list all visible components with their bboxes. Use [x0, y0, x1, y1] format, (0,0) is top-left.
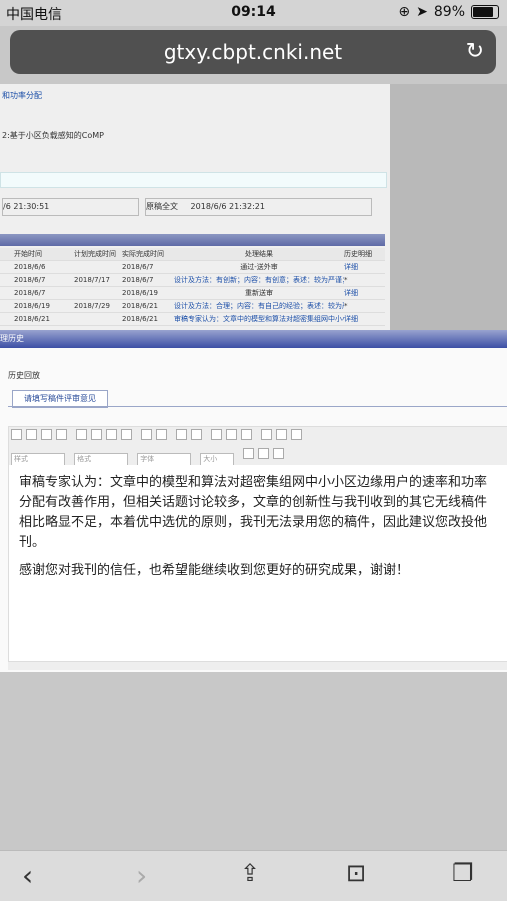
- bg-color-icon[interactable]: [258, 448, 270, 459]
- italic-icon[interactable]: [91, 429, 103, 440]
- process-table: 开始时间 计划完成时间 实际完成时间 处理结果 历史明细 2018/6/6 20…: [0, 248, 385, 326]
- tabs-icon[interactable]: ❐: [452, 859, 474, 887]
- template-icon[interactable]: [56, 429, 67, 440]
- history-header: 理历史: [0, 330, 507, 348]
- battery-icon: [471, 5, 499, 19]
- table-row: 2018/6/7 2018/6/19 重新送审 详细: [0, 287, 385, 300]
- review-paragraph-1: 审稿专家认为：文章中的模型和算法对超密集组网中小小区边缘用户的速率和功率分配有改…: [19, 475, 488, 550]
- editor-toolbar: 样式 格式 字体 大小: [8, 426, 507, 466]
- browser-toolbar: ‹ › ⇪ ⊡ ❐: [0, 850, 507, 901]
- bullet-list-icon[interactable]: [191, 429, 203, 440]
- indent-icon[interactable]: [226, 429, 238, 440]
- new-page-icon[interactable]: [26, 429, 37, 440]
- image-icon[interactable]: [273, 448, 285, 459]
- underline-icon[interactable]: [106, 429, 118, 440]
- outdent-icon[interactable]: [211, 429, 223, 440]
- numbered-list-icon[interactable]: [176, 429, 188, 440]
- share-icon[interactable]: ⇪: [240, 859, 260, 887]
- quote-icon[interactable]: [241, 429, 253, 440]
- battery-percent: 89%: [433, 4, 465, 20]
- back-icon[interactable]: ‹: [22, 859, 33, 892]
- review-editor[interactable]: 审稿专家认为：文章中的模型和算法对超密集组网中小小区边缘用户的速率和功率分配有改…: [8, 465, 507, 661]
- table-row: 2018/6/19 2018/7/29 2018/6/21 设计及方法：合理；内…: [0, 300, 385, 313]
- link-icon[interactable]: [261, 429, 273, 440]
- editor-resize-bar[interactable]: [8, 661, 507, 670]
- address-bar[interactable]: gtxy.cbpt.cnki.net ↻: [10, 30, 496, 74]
- table-row: 2018/6/21 2018/6/21 审稿专家认为：文章中的模型和算法对超密集…: [0, 313, 385, 326]
- section-title: 历史回放: [8, 371, 40, 380]
- page-background: [390, 84, 507, 330]
- status-bar: 中国电信 09:14 ⊕ ➤ 89%: [0, 0, 507, 26]
- strike-icon[interactable]: [121, 429, 133, 440]
- title-line-2: 2:基于小区负载感知的CoMP: [2, 131, 104, 140]
- text-color-icon[interactable]: [243, 448, 255, 459]
- header-bar: [0, 234, 385, 246]
- url-text: gtxy.cbpt.cnki.net: [163, 40, 343, 64]
- lock-icon: ⊕: [398, 4, 411, 20]
- review-paragraph-2: 感谢您对我刊的信任，也希望能继续收到您更好的研究成果，谢谢！: [19, 563, 410, 578]
- forward-icon[interactable]: ›: [136, 859, 147, 892]
- table-header: 开始时间 计划完成时间 实际完成时间 处理结果 历史明细: [0, 248, 385, 261]
- info-strip: [0, 172, 387, 188]
- tab-divider: [8, 406, 507, 407]
- title-line-1[interactable]: 和功率分配: [2, 90, 42, 101]
- table-row: 2018/6/6 2018/6/7 通过-送外审 详细: [0, 261, 385, 274]
- bookmarks-icon[interactable]: ⊡: [346, 859, 366, 887]
- submit-time: /6 21:30:51: [2, 198, 139, 216]
- preview-icon[interactable]: [41, 429, 52, 440]
- anchor-icon[interactable]: [291, 429, 303, 440]
- unlink-icon[interactable]: [276, 429, 288, 440]
- save-icon[interactable]: [11, 429, 22, 440]
- bold-icon[interactable]: [76, 429, 88, 440]
- original-time: 2018/6/6 21:32:21: [190, 202, 265, 211]
- location-icon: ➤: [416, 4, 428, 20]
- subscript-icon[interactable]: [141, 429, 153, 440]
- original-text-box[interactable]: 原稿全文 2018/6/6 21:32:21: [145, 198, 372, 216]
- original-text-label: 原稿全文: [146, 202, 178, 211]
- table-row: 2018/6/7 2018/7/17 2018/6/7 设计及方法：有创新；内容…: [0, 274, 385, 287]
- superscript-icon[interactable]: [156, 429, 168, 440]
- reload-icon[interactable]: ↻: [466, 30, 484, 74]
